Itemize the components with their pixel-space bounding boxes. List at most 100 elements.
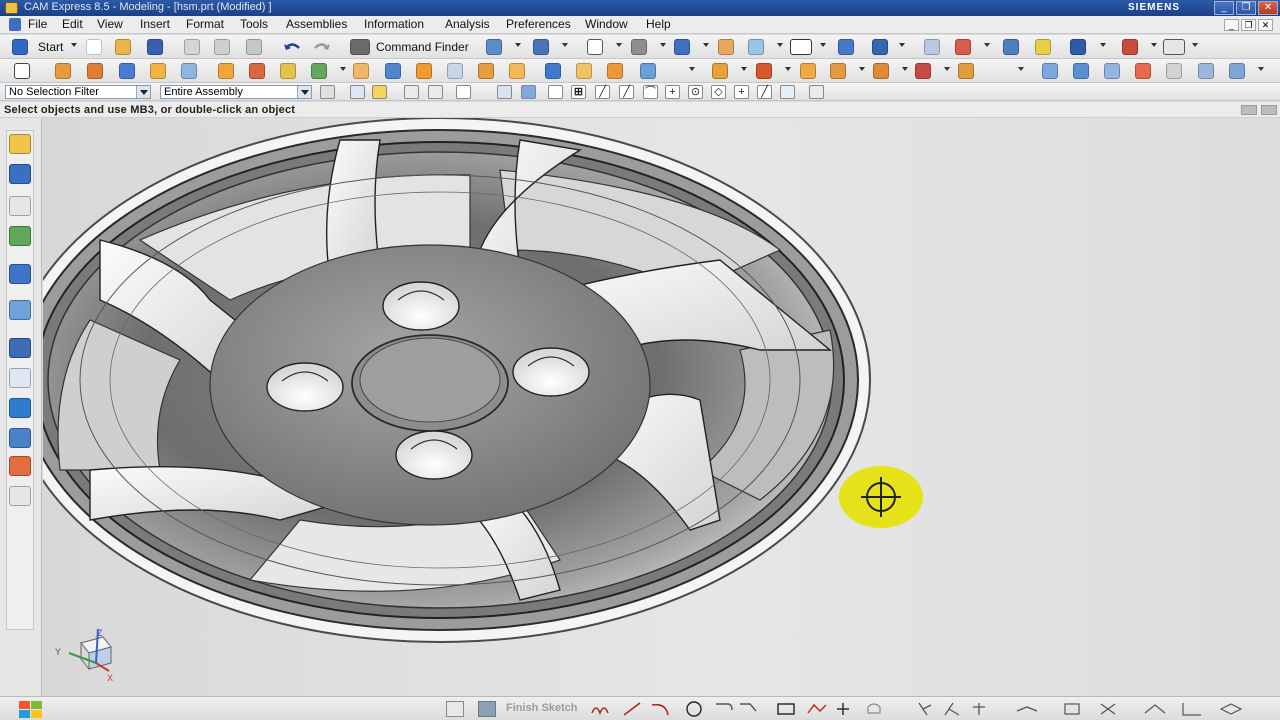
mdi-restore-button[interactable]: ❐	[1241, 19, 1256, 31]
sync-delete-icon[interactable]	[915, 63, 931, 79]
extrude-icon[interactable]	[55, 63, 71, 79]
toolbar-icon-b[interactable]	[955, 39, 971, 55]
surface-icon-a[interactable]	[1042, 63, 1058, 79]
point-on-surface-icon[interactable]	[780, 85, 795, 99]
manufacturing-wizards-icon[interactable]	[9, 398, 31, 418]
surface-icon-e[interactable]	[1166, 63, 1182, 79]
finish-sketch-button[interactable]: Finish Sketch	[506, 702, 578, 714]
status-icon-b[interactable]	[1261, 105, 1277, 115]
toolbar-icon-e[interactable]	[1070, 39, 1086, 55]
restore-button[interactable]: ❐	[1236, 1, 1256, 15]
zoom-box-icon[interactable]	[587, 39, 603, 55]
menu-view[interactable]: View	[97, 17, 123, 31]
surface-icon-d[interactable]	[1135, 63, 1151, 79]
sketch-icon[interactable]	[14, 63, 30, 79]
surface-icon-b[interactable]	[1073, 63, 1089, 79]
draft-icon[interactable]	[607, 63, 623, 79]
new-icon[interactable]	[86, 39, 102, 55]
boss-icon[interactable]	[249, 63, 265, 79]
web-browser-icon[interactable]	[9, 264, 31, 284]
sync-replace-icon[interactable]	[873, 63, 889, 79]
pocket-icon[interactable]	[280, 63, 296, 79]
layer-icon[interactable]	[718, 39, 734, 55]
shaded-view-icon[interactable]	[674, 39, 690, 55]
shell-icon[interactable]	[576, 63, 592, 79]
system-scenes-icon[interactable]	[9, 456, 31, 476]
system-materials-icon[interactable]	[9, 338, 31, 358]
graphics-window[interactable]: Y X Z	[43, 118, 1280, 696]
minimize-button[interactable]: _	[1214, 1, 1234, 15]
selection-icon[interactable]	[533, 39, 549, 55]
open-icon[interactable]	[115, 39, 131, 55]
menu-preferences[interactable]: Preferences	[506, 17, 571, 31]
menu-help[interactable]: Help	[646, 17, 671, 31]
process-studio-icon[interactable]	[9, 368, 31, 388]
edge-blend-icon[interactable]	[509, 63, 525, 79]
instance-icon[interactable]	[640, 63, 656, 79]
reuse-library-icon[interactable]	[9, 226, 31, 246]
existing-point-icon[interactable]: +	[734, 85, 749, 99]
status-icon-a[interactable]	[1241, 105, 1257, 115]
sketch-task-icon[interactable]	[446, 701, 464, 717]
toolbar-icon-c[interactable]	[1003, 39, 1019, 55]
sync-resize-icon[interactable]	[830, 63, 846, 79]
sync-offset-icon[interactable]	[800, 63, 816, 79]
assembly-navigator-icon[interactable]	[9, 134, 31, 154]
undo-icon[interactable]	[282, 39, 302, 55]
menu-analysis[interactable]: Analysis	[445, 17, 490, 31]
redo-icon[interactable]	[312, 39, 332, 55]
sync-pull-face-icon[interactable]	[756, 63, 772, 79]
menu-window[interactable]: Window	[585, 17, 628, 31]
intersection-point-icon[interactable]: +	[665, 85, 680, 99]
control-point-icon[interactable]: ⌒	[643, 85, 658, 99]
surface-icon-c[interactable]	[1104, 63, 1120, 79]
type-filter-select[interactable]: No Selection Filter	[5, 85, 151, 99]
toolbar-icon-d[interactable]	[1035, 39, 1051, 55]
window-rect-icon[interactable]	[790, 39, 812, 55]
filter-settings-icon[interactable]	[320, 85, 335, 99]
surface-icon-g[interactable]	[1229, 63, 1245, 79]
cylinder-icon[interactable]	[150, 63, 166, 79]
show-hide-icon[interactable]	[497, 85, 512, 99]
part-navigator-icon[interactable]	[9, 196, 31, 216]
toolbar-icon-f[interactable]	[1122, 39, 1138, 55]
body-select-icon[interactable]	[521, 85, 536, 99]
revolve-icon[interactable]	[87, 63, 103, 79]
save-icon[interactable]	[147, 39, 163, 55]
finish-sketch-icon[interactable]	[478, 701, 496, 717]
intersect-icon[interactable]	[478, 63, 494, 79]
command-finder-button[interactable]: Command Finder	[376, 40, 469, 54]
mid-point-icon[interactable]: ╱	[619, 85, 634, 99]
orient-view-icon[interactable]	[838, 39, 854, 55]
sync-copy-icon[interactable]	[958, 63, 974, 79]
background-icon[interactable]	[748, 39, 764, 55]
fit-view-icon[interactable]	[486, 39, 502, 55]
groove-icon[interactable]	[385, 63, 401, 79]
cut-icon[interactable]	[184, 39, 200, 55]
chamfer-icon[interactable]	[545, 63, 561, 79]
rectangle-select-icon[interactable]	[456, 85, 471, 99]
rotate-icon[interactable]	[631, 39, 647, 55]
paste-icon[interactable]	[246, 39, 262, 55]
wheel-model[interactable]	[43, 118, 1280, 696]
menu-format[interactable]: Format	[186, 17, 224, 31]
toolbar-icon-a[interactable]	[924, 39, 940, 55]
roles-icon[interactable]	[9, 428, 31, 448]
menu-information[interactable]: Information	[364, 17, 424, 31]
sync-move-face-icon[interactable]	[712, 63, 728, 79]
snap-settings-icon[interactable]	[809, 85, 824, 99]
menu-assemblies[interactable]: Assemblies	[286, 17, 347, 31]
sphere-icon[interactable]	[181, 63, 197, 79]
quadrant-point-icon[interactable]: ◇	[711, 85, 726, 99]
deselect-icon[interactable]	[404, 85, 419, 99]
mdi-minimize-button[interactable]: _	[1224, 19, 1239, 31]
start-button[interactable]: Start	[38, 40, 63, 54]
scope-select[interactable]: Entire Assembly	[160, 85, 312, 99]
select-all-icon[interactable]	[350, 85, 365, 99]
snap-view-icon[interactable]	[872, 39, 888, 55]
end-point-icon[interactable]: ╱	[595, 85, 610, 99]
snap-point-icon[interactable]	[548, 85, 563, 99]
history-icon[interactable]	[9, 300, 31, 320]
feature-select-icon[interactable]	[372, 85, 387, 99]
close-button[interactable]: ✕	[1258, 1, 1278, 15]
